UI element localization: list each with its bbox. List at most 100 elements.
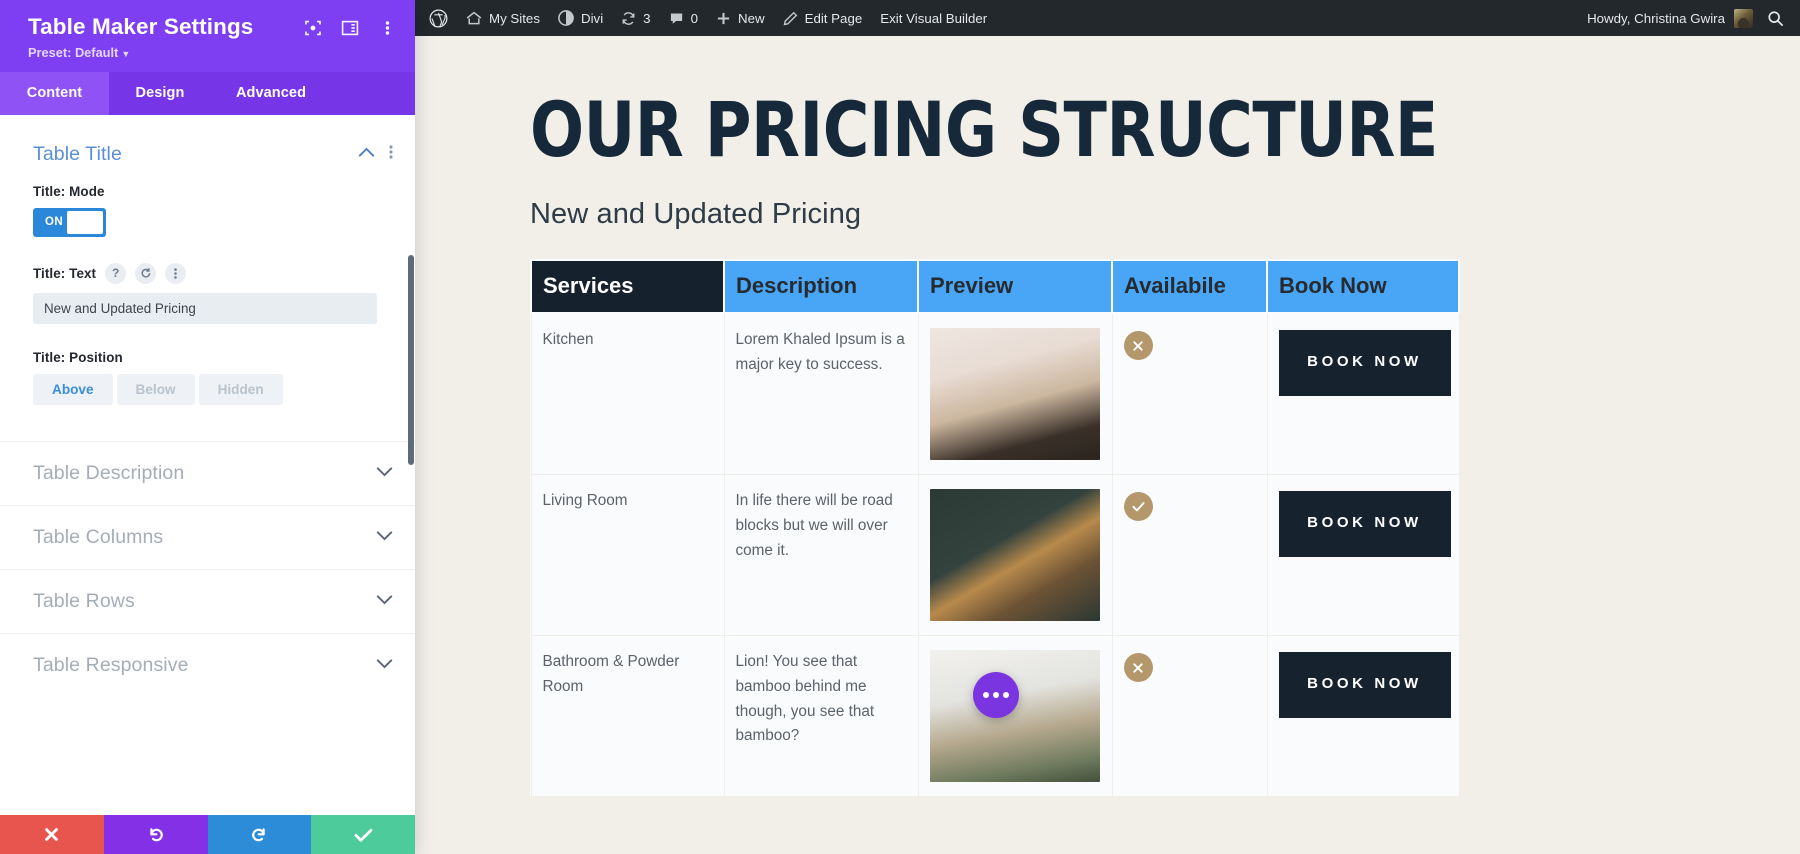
title-text-label: Title: Text	[33, 265, 97, 281]
cross-circle-icon	[1123, 331, 1153, 360]
cell-preview	[917, 474, 1113, 636]
section-kebab-icon[interactable]	[389, 144, 393, 164]
panel-title: Table Maker Settings	[28, 14, 254, 39]
bathroom-plant-photo	[929, 650, 1100, 782]
help-icon[interactable]: ?	[105, 262, 127, 284]
kebab-menu-icon[interactable]	[377, 18, 397, 38]
book-now-button[interactable]: BOOK NOW	[1278, 652, 1451, 718]
section-title: Table Rows	[33, 589, 135, 612]
title-text-input[interactable]: New and Updated Pricing	[33, 292, 377, 324]
divi-options-fab[interactable]	[973, 672, 1019, 718]
preset-selector[interactable]: Preset: Default ▼	[28, 45, 397, 60]
comment-bubble-icon	[669, 11, 684, 26]
chevron-up-icon[interactable]	[358, 145, 375, 163]
admin-bar-label: Exit Visual Builder	[880, 10, 988, 26]
admin-bar-label: Edit Page	[804, 10, 863, 26]
search-icon[interactable]	[1753, 10, 1800, 27]
cell-description: Lion! You see that bamboo behind me thou…	[723, 635, 919, 797]
cell-preview	[917, 312, 1113, 475]
admin-bar-account[interactable]: Howdy, Christina Gwira	[1587, 8, 1800, 28]
admin-bar-label: Divi	[580, 10, 604, 26]
column-header-preview: Preview	[917, 259, 1113, 314]
living-room-shelf-photo	[929, 489, 1100, 621]
cell-service: Bathroom & Powder Room	[530, 635, 725, 797]
section-table-columns[interactable]: Table Columns	[0, 504, 415, 569]
plus-icon	[716, 11, 731, 26]
cell-book: BOOK NOW	[1266, 474, 1460, 636]
focus-target-icon[interactable]	[303, 18, 323, 38]
table-row: Kitchen Lorem Khaled Ipsum is a major ke…	[530, 312, 1460, 475]
chevron-down-icon	[376, 592, 393, 610]
tab-design[interactable]: Design	[109, 72, 211, 115]
position-option-hidden[interactable]: Hidden	[198, 373, 283, 405]
section-table-description[interactable]: Table Description	[0, 440, 415, 505]
admin-bar-item-my-sites[interactable]: My Sites	[457, 0, 549, 36]
cell-description: Lorem Khaled Ipsum is a major key to suc…	[723, 312, 919, 475]
section-title: Table Responsive	[33, 653, 189, 676]
save-button[interactable]	[311, 815, 415, 854]
field-title-mode: Title: Mode ON	[0, 184, 415, 237]
table-title: New and Updated Pricing	[530, 198, 862, 230]
pencil-icon	[783, 11, 798, 26]
admin-bar-item-divi[interactable]: Divi	[549, 0, 612, 36]
chevron-down-icon	[376, 464, 393, 482]
cross-circle-icon	[1123, 653, 1153, 682]
admin-bar-item-comments[interactable]: 0	[660, 0, 707, 36]
panel-header: Table Maker Settings Preset: Default ▼	[0, 0, 415, 72]
tab-advanced[interactable]: Advanced	[211, 72, 331, 115]
chevron-down-icon: ▼	[121, 48, 131, 59]
tab-content[interactable]: Content	[0, 71, 109, 115]
table-header-row: Services Description Preview Availabile …	[530, 259, 1460, 314]
admin-bar-item-new[interactable]: New	[707, 0, 774, 36]
admin-bar-item-edit-page[interactable]: Edit Page	[774, 0, 872, 36]
table-row: Living Room In life there will be road b…	[530, 474, 1460, 636]
reset-icon[interactable]	[135, 262, 157, 284]
wp-admin-bar: My Sites Divi 3 0 New Edit Page Exit Vis…	[415, 0, 1800, 36]
admin-bar-label: New	[737, 10, 765, 26]
updates-refresh-icon	[621, 11, 636, 26]
position-option-below[interactable]: Below	[116, 373, 195, 405]
cell-service: Kitchen	[530, 312, 725, 475]
field-kebab-icon[interactable]	[165, 262, 187, 284]
check-circle-icon	[1123, 492, 1153, 521]
column-header-availabile: Availabile	[1111, 259, 1268, 314]
table-maker-settings-panel: Table Maker Settings Preset: Default ▼ C…	[0, 0, 415, 854]
panel-footer	[0, 815, 415, 854]
cell-book: BOOK NOW	[1266, 312, 1460, 475]
undo-button[interactable]	[103, 815, 208, 854]
admin-bar-label: 0	[690, 10, 698, 26]
section-table-title-header[interactable]: Table Title	[0, 115, 415, 184]
field-title-position: Title: Position Above Below Hidden	[0, 350, 415, 405]
title-mode-label: Title: Mode	[33, 183, 105, 199]
admin-bar-item-updates[interactable]: 3	[612, 0, 659, 36]
cell-service: Living Room	[530, 474, 725, 636]
page-content: OUR PRICING STRUCTURE New and Updated Pr…	[415, 36, 1800, 797]
section-title: Table Columns	[33, 525, 164, 548]
position-option-above[interactable]: Above	[33, 373, 113, 405]
book-now-button[interactable]: BOOK NOW	[1278, 491, 1451, 557]
app-root: Table Maker Settings Preset: Default ▼ C…	[0, 0, 1800, 854]
admin-bar-item-exit-visual-builder[interactable]: Exit Visual Builder	[871, 0, 996, 36]
chevron-down-icon	[376, 528, 393, 546]
close-button[interactable]	[0, 815, 104, 854]
book-now-button[interactable]: BOOK NOW	[1278, 330, 1451, 396]
avatar	[1734, 8, 1753, 28]
wordpress-logo-icon[interactable]	[415, 0, 457, 36]
panel-scrollbar[interactable]	[408, 254, 414, 465]
toggle-state-label: ON	[45, 216, 64, 229]
section-table-rows[interactable]: Table Rows	[0, 568, 415, 633]
cell-preview	[917, 635, 1113, 797]
cell-book: BOOK NOW	[1266, 635, 1460, 797]
cell-available	[1111, 312, 1268, 475]
title-position-label: Title: Position	[33, 349, 123, 365]
redo-button[interactable]	[207, 815, 312, 854]
column-header-services: Services	[530, 259, 725, 314]
panel-layout-icon[interactable]	[340, 18, 360, 38]
admin-bar-label: My Sites	[489, 10, 540, 26]
section-title: Table Title	[33, 142, 122, 165]
panel-body: Table Title Title: Mode ON Title: Text ?…	[0, 114, 415, 815]
title-mode-toggle[interactable]: ON	[33, 207, 106, 237]
sites-house-icon	[466, 10, 482, 26]
visual-builder-canvas: My Sites Divi 3 0 New Edit Page Exit Vis…	[415, 0, 1800, 854]
section-table-responsive[interactable]: Table Responsive	[0, 632, 415, 697]
